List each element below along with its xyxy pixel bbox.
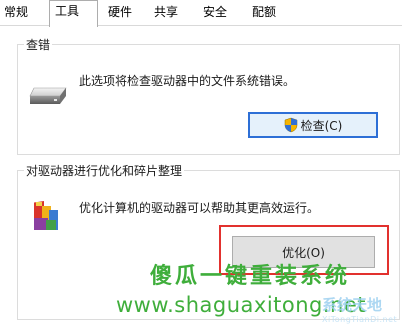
tab-tools[interactable]: 工具 xyxy=(49,0,98,27)
tab-sharing[interactable]: 共享 xyxy=(150,2,194,24)
tab-hardware[interactable]: 硬件 xyxy=(104,2,148,24)
error-check-description: 此选项将检查驱动器中的文件系统错误。 xyxy=(79,74,296,88)
tab-general[interactable]: 常规 xyxy=(0,2,50,24)
error-check-title: 查错 xyxy=(24,36,53,53)
optimize-title: 对驱动器进行优化和碎片整理 xyxy=(24,162,185,179)
watermark-logo-sub: XiTongTianDi.net xyxy=(322,315,398,324)
watermark-logo: 系统天地 XiTongTianDi.net xyxy=(322,294,397,324)
tab-security[interactable]: 安全 xyxy=(199,2,243,24)
drive-icon xyxy=(28,84,68,108)
check-button[interactable]: 检查(C) xyxy=(248,112,378,138)
watermark-logo-text: 系统天地 xyxy=(322,296,383,314)
tab-strip: 常规 工具 硬件 共享 安全 配额 xyxy=(0,0,402,27)
watermark-title: 傻瓜一键重装系统 xyxy=(150,264,351,289)
shield-icon xyxy=(284,117,298,133)
optimize-description: 优化计算机的驱动器可以帮助其更高效运行。 xyxy=(79,201,320,215)
error-check-group xyxy=(17,44,400,155)
check-button-label: 检查(C) xyxy=(300,118,343,133)
tab-quota[interactable]: 配额 xyxy=(248,2,292,24)
defrag-icon xyxy=(30,198,66,234)
